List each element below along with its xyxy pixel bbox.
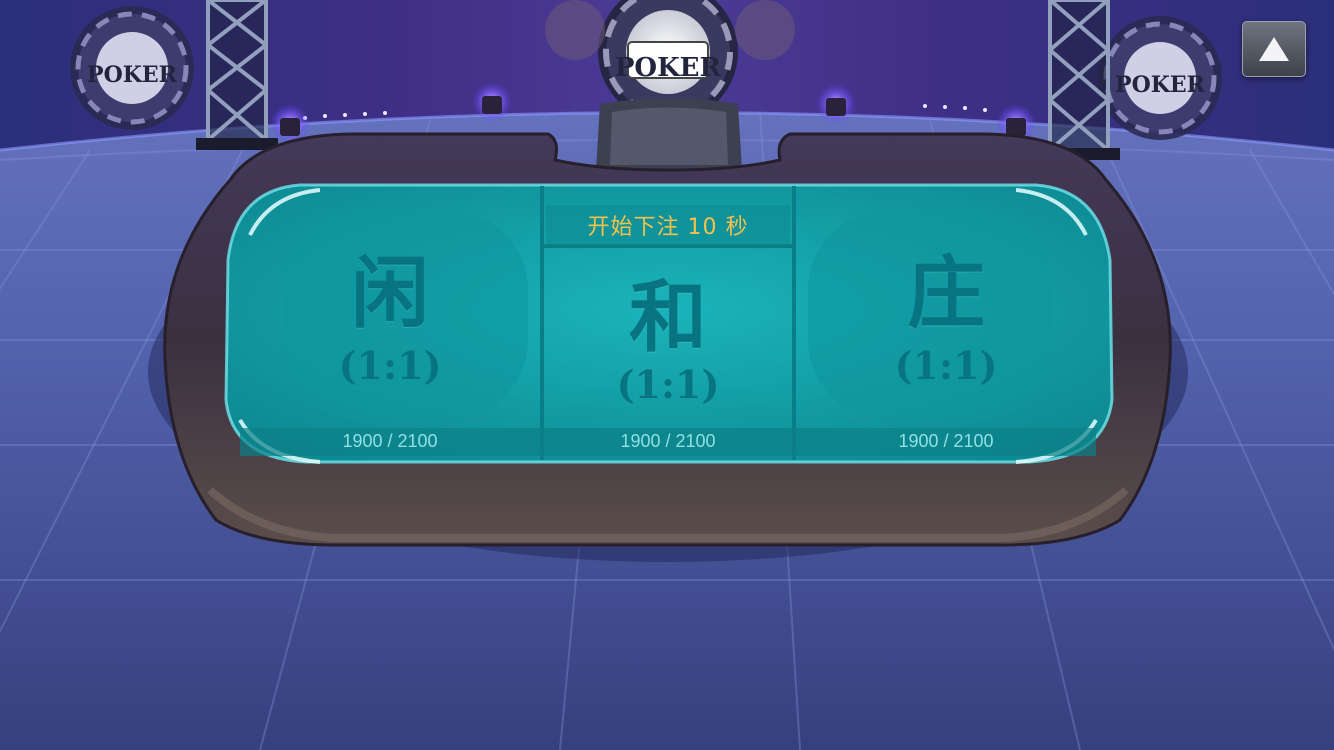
zone-odds-banker: (1:1) bbox=[894, 343, 998, 388]
game-stage: POKER POKER POKER 开始下注 10 秒 闲 (1:1) 1900… bbox=[0, 0, 1334, 750]
bet-zone-banker[interactable]: 庄 (1:1) 1900 / 2100 bbox=[796, 185, 1096, 455]
bet-zone-tie[interactable]: 和 (1:1) 1900 / 2100 bbox=[544, 246, 792, 455]
light-truss-left bbox=[206, 0, 268, 142]
poker-logo-text-left: POKER bbox=[87, 62, 178, 88]
poker-logo-text-right: POKER bbox=[1115, 72, 1206, 98]
zone-bets-banker: 1900 / 2100 bbox=[898, 430, 994, 451]
up-triangle-icon bbox=[1259, 37, 1289, 61]
zone-title-player: 闲 bbox=[350, 248, 429, 339]
zone-title-banker: 庄 bbox=[906, 248, 985, 339]
zone-odds-tie: (1:1) bbox=[616, 362, 720, 407]
bet-zone-player[interactable]: 闲 (1:1) 1900 / 2100 bbox=[240, 185, 540, 455]
countdown-timer: 开始下注 10 秒 bbox=[587, 215, 749, 240]
light-truss-right bbox=[1048, 0, 1110, 152]
zone-odds-player: (1:1) bbox=[338, 343, 442, 388]
zone-bets-player: 1900 / 2100 bbox=[342, 430, 438, 451]
poker-logo-text-center: POKER bbox=[615, 53, 722, 83]
dealer-chair bbox=[596, 98, 742, 170]
zone-bets-tie: 1900 / 2100 bbox=[620, 430, 716, 451]
menu-toggle-button[interactable] bbox=[1242, 21, 1306, 77]
zone-title-tie: 和 bbox=[628, 272, 707, 363]
